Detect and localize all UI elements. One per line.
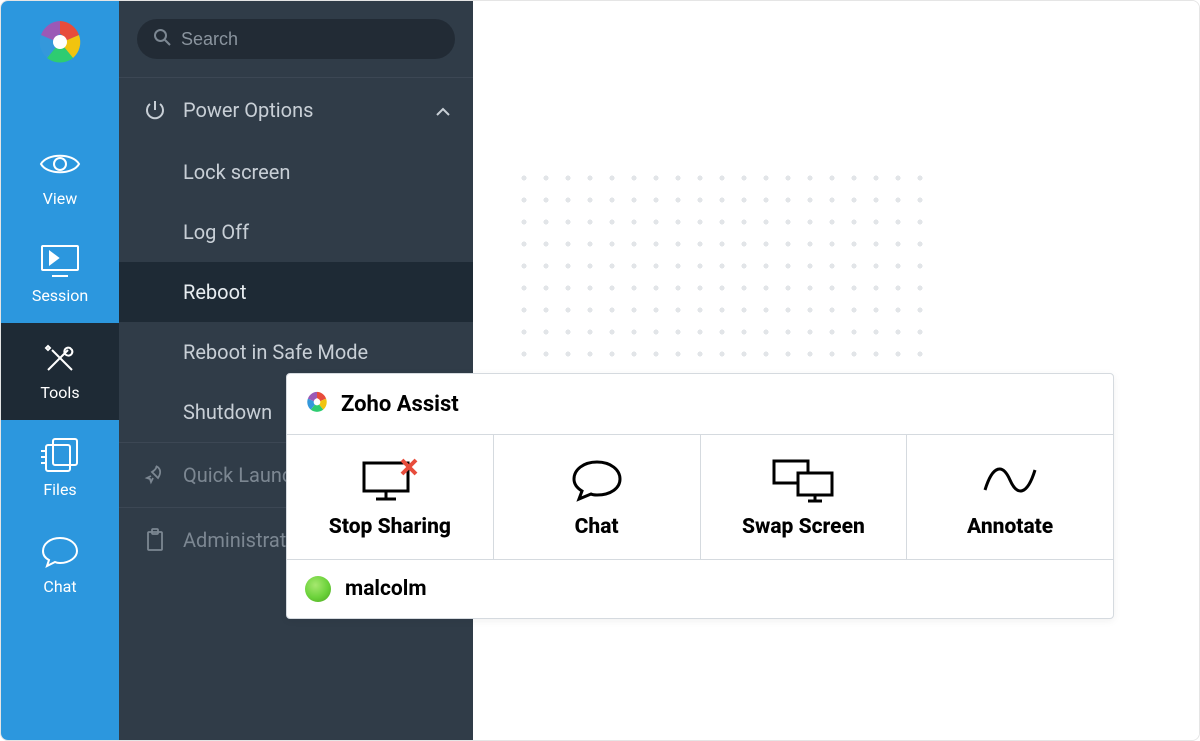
search-icon (153, 28, 171, 50)
toolbar-title: Zoho Assist (341, 392, 459, 417)
session-icon (40, 244, 80, 278)
annotate-label: Annotate (967, 515, 1053, 539)
power-icon (141, 99, 169, 121)
main-content (473, 1, 1199, 740)
nav-session[interactable]: Session (1, 226, 119, 323)
power-reboot[interactable]: Reboot (119, 262, 473, 322)
nav-session-label: Session (32, 286, 88, 305)
tools-icon (42, 341, 78, 375)
swap-screen-label: Swap Screen (742, 515, 865, 539)
nav-chat[interactable]: Chat (1, 517, 119, 614)
stop-sharing-label: Stop Sharing (329, 515, 451, 539)
nav-tools-label: Tools (40, 383, 79, 402)
annotate-button[interactable]: Annotate (907, 435, 1113, 559)
nav-tools[interactable]: Tools (1, 323, 119, 420)
chevron-up-icon (435, 98, 451, 122)
power-options-label: Power Options (183, 98, 435, 122)
files-icon (40, 438, 80, 472)
search-input[interactable] (137, 19, 455, 59)
session-toolbar: Zoho Assist Stop Sharing (286, 373, 1114, 619)
toolbar-actions: Stop Sharing Chat (287, 435, 1113, 560)
power-options-header[interactable]: Power Options (119, 78, 473, 142)
power-lock-screen[interactable]: Lock screen (119, 142, 473, 202)
toolbar-header: Zoho Assist (287, 374, 1113, 435)
chat-icon (41, 535, 79, 569)
rocket-icon (141, 464, 169, 486)
stop-sharing-icon (358, 457, 422, 503)
stop-sharing-button[interactable]: Stop Sharing (287, 435, 494, 559)
tools-panel: Power Options Lock screen Log Off Reboot… (119, 1, 473, 740)
annotate-icon (981, 457, 1039, 503)
zoho-logo-icon (305, 390, 329, 418)
nav-chat-label: Chat (43, 577, 76, 596)
swap-screen-button[interactable]: Swap Screen (701, 435, 908, 559)
user-avatar (305, 576, 331, 602)
chat-label: Chat (575, 515, 619, 539)
toolbar-user-row[interactable]: malcolm (287, 560, 1113, 618)
app-logo-icon (33, 15, 87, 69)
primary-sidebar: View Session Tools (1, 1, 119, 740)
power-log-off[interactable]: Log Off (119, 202, 473, 262)
nav-files[interactable]: Files (1, 420, 119, 517)
search-field[interactable] (181, 29, 439, 50)
nav-view[interactable]: View (1, 129, 119, 226)
speech-bubble-icon (570, 457, 624, 503)
nav-view-label: View (43, 189, 78, 208)
chat-button[interactable]: Chat (494, 435, 701, 559)
nav-files-label: Files (43, 480, 76, 499)
clipboard-icon (141, 528, 169, 552)
eye-icon (39, 147, 81, 181)
user-name: malcolm (345, 577, 427, 601)
administrate-label: Administrate (183, 528, 297, 552)
swap-screen-icon (770, 457, 836, 503)
